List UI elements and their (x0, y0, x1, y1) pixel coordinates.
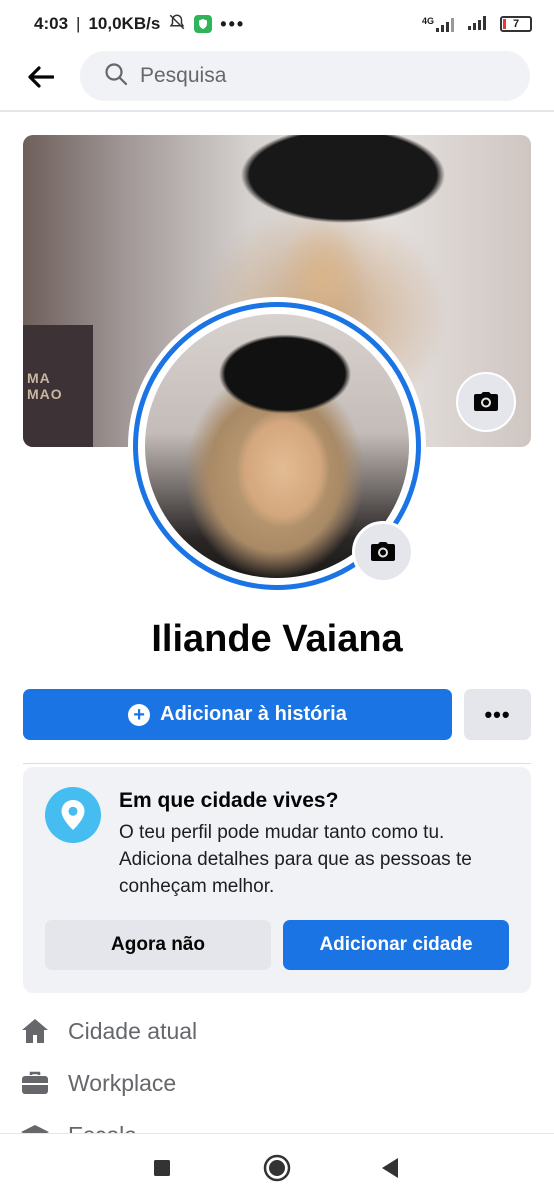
shield-icon (194, 15, 213, 33)
add-to-story-label: Adicionar à história (160, 703, 347, 725)
edit-cover-button[interactable] (456, 372, 516, 432)
city-prompt-description: O teu perfil pode mudar tanto como tu. A… (119, 822, 472, 897)
back-button[interactable] (24, 60, 58, 94)
home-button[interactable] (261, 1152, 293, 1184)
not-now-button[interactable]: Agora não (45, 920, 271, 970)
camera-icon (371, 542, 395, 561)
add-city-button[interactable]: Adicionar cidade (283, 920, 509, 970)
location-pin-icon (45, 787, 101, 843)
more-icon: ••• (484, 701, 511, 727)
triangle-back-icon (382, 1158, 398, 1178)
circle-icon (263, 1154, 291, 1182)
edit-avatar-button[interactable] (352, 521, 414, 583)
search-bar[interactable] (80, 51, 530, 101)
detail-label: Workplace (68, 1069, 177, 1096)
detail-current-city[interactable]: Cidade atual (20, 1011, 197, 1051)
detail-workplace[interactable]: Workplace (20, 1063, 176, 1103)
status-right: 4G 7 (422, 14, 532, 35)
back-arrow-icon (28, 66, 54, 88)
square-icon (154, 1160, 170, 1176)
nav-back-button[interactable] (374, 1152, 406, 1184)
bell-off-icon (168, 13, 186, 36)
top-divider (0, 110, 554, 112)
briefcase-icon (20, 1068, 50, 1098)
city-prompt-card: Em que cidade vives? O teu perfil pode m… (23, 767, 531, 993)
top-bar (0, 50, 554, 104)
city-prompt-title: Em que cidade vives? (119, 789, 339, 812)
battery-text: 7 (512, 18, 520, 30)
status-separator: | (76, 14, 81, 33)
search-input[interactable] (140, 64, 500, 88)
recent-apps-button[interactable] (146, 1152, 178, 1184)
status-left: 4:03 | 10,0KB/s ••• (34, 13, 245, 36)
network-type: 4G (421, 16, 434, 26)
search-icon (104, 62, 128, 91)
home-icon (20, 1016, 50, 1046)
profile-name: Iliande Vaiana (151, 618, 403, 660)
section-divider (23, 763, 531, 764)
add-to-story-button[interactable]: + Adicionar à história (23, 689, 452, 740)
camera-icon (474, 392, 498, 411)
signal-icon-2 (468, 14, 490, 35)
battery-icon: 7 (500, 16, 532, 32)
status-speed: 10,0KB/s (88, 14, 161, 33)
more-notifications-icon: ••• (220, 13, 246, 34)
signal-icon: 4G (422, 16, 458, 32)
cover-sign-text: MA MAO (27, 370, 63, 402)
battery-level (503, 19, 506, 29)
status-bar: 4:03 | 10,0KB/s ••• 4G 7 (0, 0, 554, 48)
status-time: 4:03 (34, 14, 69, 33)
more-options-button[interactable]: ••• (464, 689, 531, 740)
plus-icon: + (128, 703, 151, 726)
detail-label: Cidade atual (68, 1017, 198, 1044)
